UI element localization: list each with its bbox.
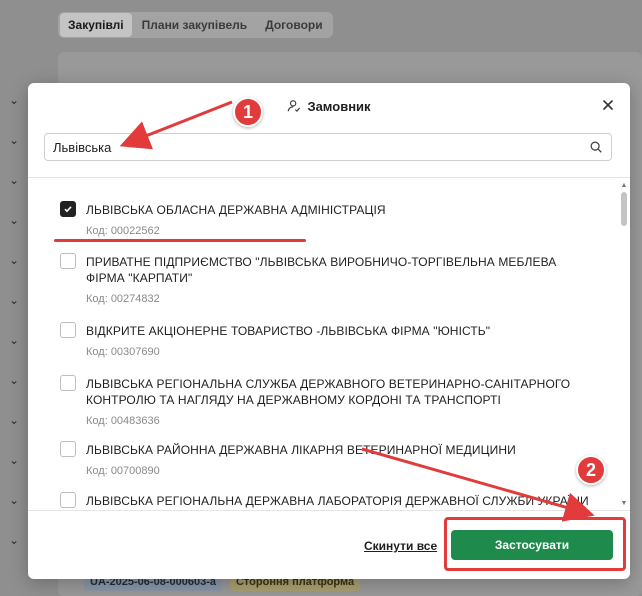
item-name: ЛЬВІВСЬКА РЕГІОНАЛЬНА СЛУЖБА ДЕРЖАВНОГО …: [86, 377, 571, 407]
item-code: Код: 00700890: [86, 465, 160, 477]
list-item[interactable]: ПРИВАТНЕ ПІДПРИЄМСТВО "ЛЬВІВСЬКА ВИРОБНИ…: [60, 253, 580, 306]
list-item[interactable]: ЛЬВІВСЬКА РАЙОННА ДЕРЖАВНА ЛІКАРНЯ ВЕТЕР…: [60, 441, 516, 478]
item-name: ЛЬВІВСЬКА РЕГІОНАЛЬНА ДЕРЖАВНА ЛАБОРАТОР…: [86, 494, 589, 508]
top-tabs: Закупівлі Плани закупівель Договори: [58, 12, 333, 38]
user-check-icon: [288, 100, 301, 112]
item-name: ПРИВАТНЕ ПІДПРИЄМСТВО "ЛЬВІВСЬКА ВИРОБНИ…: [86, 255, 557, 285]
chevron-down-icon[interactable]: ⌄: [9, 254, 21, 266]
list-item[interactable]: ЛЬВІВСЬКА ОБЛАСНА ДЕРЖАВНА АДМІНІСТРАЦІЯ…: [60, 201, 386, 238]
chevron-down-icon[interactable]: ⌄: [9, 374, 21, 386]
list-item[interactable]: ЛЬВІВСЬКА РЕГІОНАЛЬНА ДЕРЖАВНА ЛАБОРАТОР…: [60, 492, 589, 509]
tab-procurement-plans[interactable]: Плани закупівель: [134, 13, 256, 37]
modal-title: Замовник: [287, 98, 371, 114]
scroll-down-icon[interactable]: ▼: [620, 500, 628, 508]
chevron-down-icon[interactable]: ⌄: [9, 214, 21, 226]
list-scrollbar[interactable]: ▲ ▼: [618, 178, 630, 510]
chevron-down-icon[interactable]: ⌄: [9, 174, 21, 186]
tab-contracts[interactable]: Договори: [257, 13, 330, 37]
customer-filter-modal: Замовник ЛЬВІВСЬКА ОБЛАСНА ДЕРЖАВНА АДМІ…: [28, 83, 630, 579]
chevron-down-icon[interactable]: ⌄: [9, 134, 21, 146]
item-code: Код: 00483636: [86, 415, 160, 427]
item-checkbox[interactable]: [60, 322, 76, 338]
item-checkbox[interactable]: [60, 441, 76, 457]
list-item[interactable]: ВІДКРИТЕ АКЦІОНЕРНЕ ТОВАРИСТВО -ЛЬВІВСЬК…: [60, 322, 491, 359]
item-checkbox[interactable]: [60, 375, 76, 391]
item-code: Код: 00022562: [86, 225, 160, 237]
tab-procurements[interactable]: Закупівлі: [60, 13, 132, 37]
list-item[interactable]: ЛЬВІВСЬКА РЕГІОНАЛЬНА СЛУЖБА ДЕРЖАВНОГО …: [60, 375, 580, 428]
scroll-thumb[interactable]: [621, 192, 627, 226]
check-icon: [64, 206, 72, 213]
modal-header: Замовник: [28, 83, 630, 129]
item-code: Код: 00274832: [86, 293, 160, 305]
item-name: ВІДКРИТЕ АКЦІОНЕРНЕ ТОВАРИСТВО -ЛЬВІВСЬК…: [86, 324, 491, 338]
chevron-down-icon[interactable]: ⌄: [9, 294, 21, 306]
apply-button[interactable]: Застосувати: [451, 530, 613, 560]
item-name: ЛЬВІВСЬКА РАЙОННА ДЕРЖАВНА ЛІКАРНЯ ВЕТЕР…: [86, 443, 516, 457]
chevron-down-icon[interactable]: ⌄: [9, 94, 21, 106]
chevron-down-icon[interactable]: ⌄: [9, 414, 21, 426]
modal-title-text: Замовник: [307, 98, 371, 114]
reset-all-button[interactable]: Скинути все: [364, 539, 437, 553]
close-icon: [603, 100, 613, 110]
item-name: ЛЬВІВСЬКА ОБЛАСНА ДЕРЖАВНА АДМІНІСТРАЦІЯ: [86, 203, 386, 217]
item-code: Код: 00307690: [86, 346, 160, 358]
scroll-up-icon[interactable]: ▲: [620, 182, 628, 190]
item-checkbox[interactable]: [60, 492, 76, 508]
chevron-down-icon[interactable]: ⌄: [9, 494, 21, 506]
modal-footer: Скинути все Застосувати: [28, 511, 630, 579]
close-button[interactable]: [600, 97, 616, 113]
item-checkbox[interactable]: [60, 201, 76, 217]
customer-list[interactable]: ЛЬВІВСЬКА ОБЛАСНА ДЕРЖАВНА АДМІНІСТРАЦІЯ…: [28, 177, 630, 511]
item-checkbox[interactable]: [60, 253, 76, 269]
search-icon[interactable]: [589, 140, 603, 154]
search-input[interactable]: [53, 139, 589, 155]
chevron-down-icon[interactable]: ⌄: [9, 534, 21, 546]
search-field: [44, 133, 612, 161]
chevron-down-icon[interactable]: ⌄: [9, 454, 21, 466]
chevron-down-icon[interactable]: ⌄: [9, 334, 21, 346]
